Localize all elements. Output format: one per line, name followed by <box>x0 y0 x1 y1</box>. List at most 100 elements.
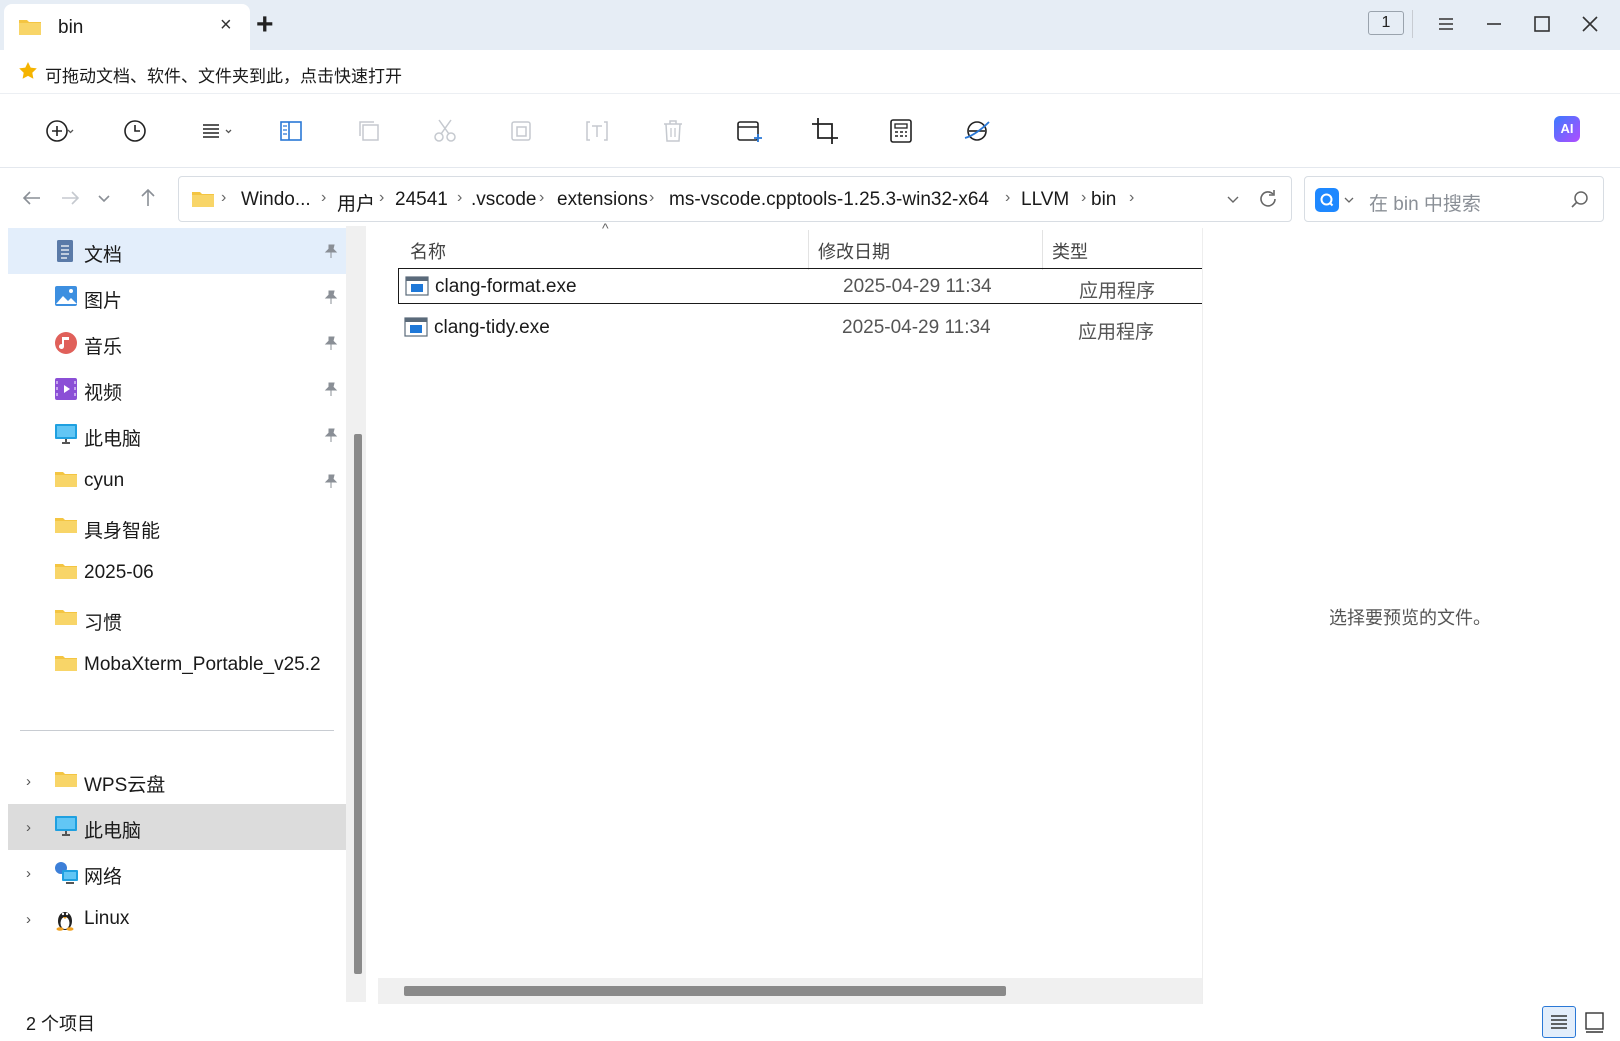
tab-bin[interactable]: bin × <box>4 4 250 50</box>
folder-icon <box>54 515 78 540</box>
folder-icon <box>18 17 42 42</box>
up-icon[interactable] <box>134 184 162 212</box>
sidebar-item-embodied-ai[interactable]: 具身智能 <box>8 504 346 550</box>
breadcrumb-bin[interactable]: bin <box>1091 189 1116 211</box>
file-date: 2025-04-29 11:34 <box>842 317 991 338</box>
maximize-icon[interactable] <box>1530 12 1554 36</box>
breadcrumb-separator: › <box>1129 189 1135 206</box>
delete-icon[interactable] <box>656 114 690 148</box>
column-header-name[interactable]: 名称 <box>410 238 446 264</box>
sidebar-item-2025-06[interactable]: 2025-06 <box>8 550 346 596</box>
status-bar: 2 个项目 <box>0 1004 1620 1041</box>
sidebar-item-wps-cloud[interactable]: › WPS云盘 <box>8 758 346 804</box>
expand-chevron-icon[interactable]: › <box>26 911 31 928</box>
search-engine-icon[interactable] <box>1315 188 1339 212</box>
sidebar-item-documents[interactable]: 文档 <box>8 228 346 274</box>
breadcrumb-windows[interactable]: Windo... <box>241 189 311 211</box>
breadcrumb-separator: › <box>539 189 545 206</box>
browser-icon[interactable] <box>960 114 994 148</box>
back-icon[interactable] <box>18 184 46 212</box>
chevron-down-icon[interactable] <box>1343 193 1355 211</box>
address-history-icon[interactable] <box>1225 191 1241 212</box>
ai-assistant-button[interactable]: AI <box>1554 116 1580 142</box>
sidebar-item-music[interactable]: 音乐 <box>8 320 346 366</box>
pin-icon[interactable] <box>324 474 338 493</box>
sidebar-item-label: MobaXterm_Portable_v25.2 <box>84 654 321 675</box>
view-options-icon[interactable] <box>198 114 232 148</box>
column-header-date[interactable]: 修改日期 <box>818 238 890 264</box>
sidebar-item-label: 具身智能 <box>84 521 161 542</box>
sidebar-scrollbar-thumb[interactable] <box>354 434 362 974</box>
pin-icon[interactable] <box>324 382 338 401</box>
close-tab-icon[interactable]: × <box>220 14 232 37</box>
details-view-icon[interactable] <box>1542 1006 1576 1038</box>
large-icons-view-icon[interactable] <box>1580 1008 1608 1041</box>
sidebar-item-label: cyun <box>84 470 125 491</box>
recent-locations-icon[interactable] <box>90 184 118 212</box>
navigation-pane: 文档 图片 音乐 视频 此电脑 cyun 具身智能 2025-06 习惯 Mob… <box>0 228 352 1004</box>
sidebar-item-mobaxterm[interactable]: MobaXterm_Portable_v25.2 <box>8 642 346 688</box>
file-name: clang-tidy.exe <box>434 317 550 338</box>
breadcrumb-extensions[interactable]: extensions <box>557 189 648 211</box>
folder-icon <box>54 769 78 794</box>
sidebar-item-label: WPS云盘 <box>84 775 166 796</box>
paste-icon[interactable] <box>504 114 538 148</box>
minimize-icon[interactable] <box>1482 12 1506 36</box>
sidebar-item-cyun[interactable]: cyun <box>8 458 346 504</box>
calculator-icon[interactable] <box>884 114 918 148</box>
close-window-icon[interactable] <box>1578 12 1602 36</box>
pin-icon[interactable] <box>324 428 338 447</box>
breadcrumb-vscode[interactable]: .vscode <box>471 189 536 211</box>
expand-chevron-icon[interactable]: › <box>26 773 31 790</box>
menu-icon[interactable] <box>1434 12 1458 36</box>
breadcrumb-llvm[interactable]: LLVM <box>1021 189 1069 211</box>
column-divider[interactable] <box>1042 230 1043 270</box>
sidebar-scrollbar[interactable] <box>346 226 366 1002</box>
star-icon <box>18 61 38 86</box>
sidebar-item-label: Linux <box>84 908 130 929</box>
pin-icon[interactable] <box>324 336 338 355</box>
sidebar-item-habits[interactable]: 习惯 <box>8 596 346 642</box>
expand-chevron-icon[interactable]: › <box>26 819 31 836</box>
sidebar-item-this-pc[interactable]: 此电脑 <box>8 412 346 458</box>
cut-icon[interactable] <box>428 114 462 148</box>
file-row-clang-format[interactable]: clang-format.exe 2025-04-29 11:34 应用程序 <box>398 268 1202 304</box>
preview-pane-icon[interactable] <box>274 114 308 148</box>
sidebar-item-pictures[interactable]: 图片 <box>8 274 346 320</box>
file-list-horizontal-scrollbar[interactable] <box>378 978 1202 1004</box>
file-row-clang-tidy[interactable]: clang-tidy.exe 2025-04-29 11:34 应用程序 <box>398 310 1202 346</box>
refresh-icon[interactable] <box>1257 188 1279 215</box>
search-icon[interactable] <box>1569 189 1591 216</box>
sidebar-item-label: 习惯 <box>84 613 123 634</box>
pin-icon[interactable] <box>324 290 338 309</box>
address-bar[interactable]: › Windo... › 用户 › 24541 › .vscode › exte… <box>178 176 1292 222</box>
new-window-icon[interactable] <box>732 114 766 148</box>
sidebar-item-this-pc-tree[interactable]: › 此电脑 <box>8 804 346 850</box>
breadcrumb-users[interactable]: 用户 <box>337 189 375 216</box>
expand-chevron-icon[interactable]: › <box>26 865 31 882</box>
folder-icon <box>54 469 78 494</box>
crop-icon[interactable] <box>808 114 842 148</box>
breadcrumb-user-folder[interactable]: 24541 <box>395 189 448 211</box>
sidebar-item-videos[interactable]: 视频 <box>8 366 346 412</box>
breadcrumb-separator: › <box>379 189 385 206</box>
sidebar-item-linux[interactable]: › Linux <box>8 896 346 942</box>
new-item-icon[interactable] <box>44 114 78 148</box>
search-box[interactable]: 在 bin 中搜索 <box>1304 176 1604 222</box>
breadcrumb-cpptools[interactable]: ms-vscode.cpptools-1.25.3-win32-x64 <box>669 189 989 211</box>
copy-icon[interactable] <box>352 114 386 148</box>
column-divider[interactable] <box>808 230 809 270</box>
horizontal-scrollbar-thumb[interactable] <box>404 986 1006 996</box>
linux-icon <box>54 907 76 936</box>
new-tab-button[interactable]: + <box>256 10 274 40</box>
recent-icon[interactable] <box>118 114 152 148</box>
toolbar: AI <box>0 94 1620 168</box>
pin-icon[interactable] <box>324 244 338 263</box>
forward-icon[interactable] <box>56 184 84 212</box>
column-header-type[interactable]: 类型 <box>1052 238 1088 264</box>
sidebar-item-network[interactable]: › 网络 <box>8 850 346 896</box>
rename-icon[interactable] <box>580 114 614 148</box>
favorites-bar[interactable]: 可拖动文档、软件、文件夹到此，点击快速打开 <box>0 50 1620 94</box>
sort-ascending-icon: ^ <box>602 220 609 236</box>
window-count-badge[interactable]: 1 <box>1368 11 1404 35</box>
